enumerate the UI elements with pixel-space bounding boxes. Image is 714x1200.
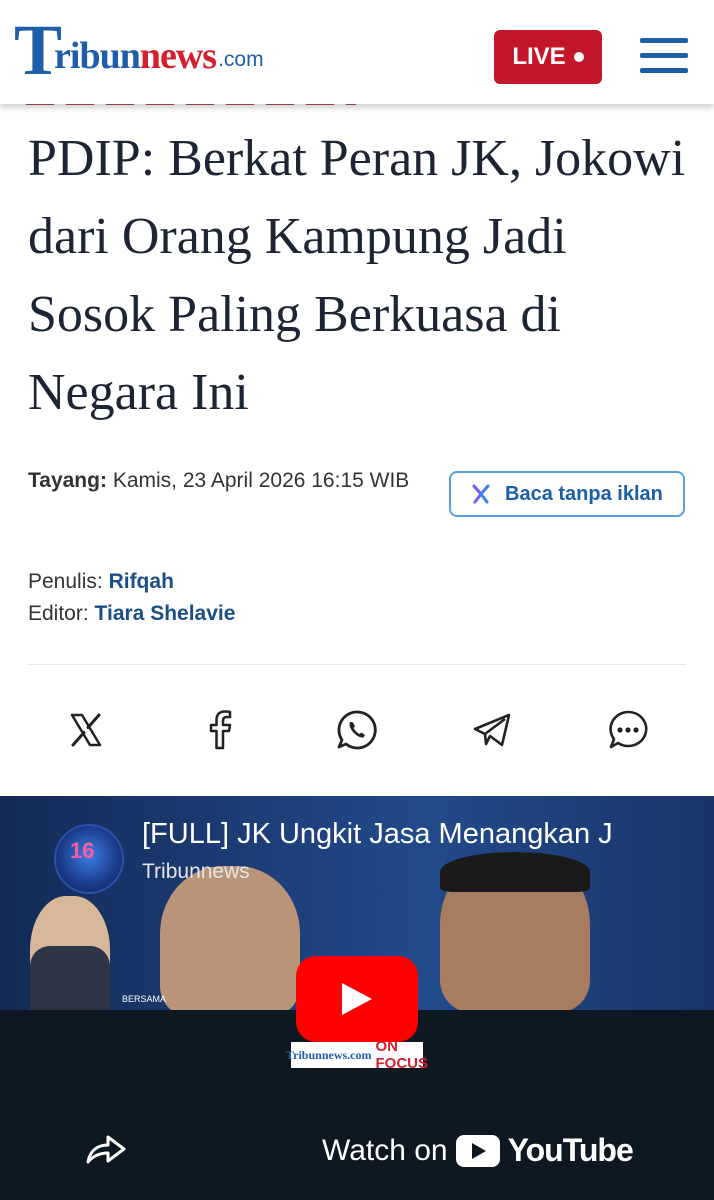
presenter-suit xyxy=(30,946,110,1016)
read-without-ads-button[interactable]: Baca tanpa iklan xyxy=(449,471,685,517)
youtube-wordmark: YouTube xyxy=(507,1132,634,1168)
logo-news: news xyxy=(139,35,217,77)
divider xyxy=(28,664,686,665)
x-icon xyxy=(70,713,102,747)
whatsapp-icon xyxy=(337,710,377,750)
live-button[interactable]: LIVE xyxy=(494,30,602,84)
ad-free-x-icon xyxy=(472,484,490,504)
jk-figure xyxy=(160,866,300,1016)
facebook-icon xyxy=(209,710,232,750)
writer-label: Penulis: xyxy=(28,570,103,593)
editor-name[interactable]: Tiara Shelavie xyxy=(95,602,236,625)
logo-ribun: ribun xyxy=(54,35,141,77)
play-icon xyxy=(342,983,372,1015)
writer-name[interactable]: Rifqah xyxy=(109,570,174,593)
byline: Penulis: Rifqah Editor: Tiara Shelavie xyxy=(28,566,235,630)
site-header: T ribunnews .com LIVE xyxy=(0,0,714,104)
tribun-on-focus-banner: Tribunnews.com ON FOCUS xyxy=(286,1038,428,1072)
bersama-label: BERSAMA xyxy=(122,994,167,1004)
banner-on-focus: ON FOCUS xyxy=(375,1038,428,1072)
share-x-button[interactable] xyxy=(64,708,108,752)
tayang-label: Tayang: xyxy=(28,469,107,492)
editor-label: Editor: xyxy=(28,602,89,625)
editor-line: Editor: Tiara Shelavie xyxy=(28,598,235,630)
live-dot-icon xyxy=(573,52,584,62)
share-more-button[interactable] xyxy=(606,708,650,752)
youtube-video-embed[interactable]: 16 [FULL] JK Ungkit Jasa Menangkan J Tri… xyxy=(0,796,714,1200)
publish-info: Tayang: Kamis, 23 April 2026 16:15 WIB xyxy=(28,464,428,497)
telegram-icon xyxy=(473,713,511,747)
live-label: LIVE xyxy=(512,43,566,70)
tribunnews-logo[interactable]: T ribunnews .com xyxy=(14,12,264,86)
chat-bubble-icon xyxy=(609,710,648,749)
share-telegram-button[interactable] xyxy=(470,708,514,752)
article-title: PDIP: Berkat Peran JK, Jokowi dari Orang… xyxy=(28,130,686,421)
banner-tribunnews: Tribunnews.com xyxy=(286,1047,372,1062)
video-channel-name[interactable]: Tribunnews xyxy=(142,860,250,884)
publish-date: Kamis, 23 April 2026 16:15 WIB xyxy=(112,469,410,492)
watch-on-youtube-button[interactable]: Watch on YouTube xyxy=(322,1132,634,1169)
hamburger-menu-icon[interactable] xyxy=(640,38,688,76)
logo-domain: .com xyxy=(218,48,264,71)
share-arrow-icon[interactable] xyxy=(84,1132,128,1166)
logo-wordmark: ribunnews xyxy=(54,35,217,77)
channel-logo-number: 16 xyxy=(70,838,95,863)
channel-avatar[interactable]: 16 xyxy=(54,824,124,894)
read-without-ads-label: Baca tanpa iklan xyxy=(505,482,663,505)
youtube-logo-icon xyxy=(455,1134,500,1167)
watch-on-label: Watch on xyxy=(322,1133,448,1167)
jokowi-hair xyxy=(440,852,590,892)
share-whatsapp-button[interactable] xyxy=(335,708,379,752)
writer-line: Penulis: Rifqah xyxy=(28,566,235,598)
video-title[interactable]: [FULL] JK Ungkit Jasa Menangkan J xyxy=(142,818,714,851)
play-button[interactable] xyxy=(296,956,418,1042)
share-facebook-button[interactable] xyxy=(198,708,242,752)
